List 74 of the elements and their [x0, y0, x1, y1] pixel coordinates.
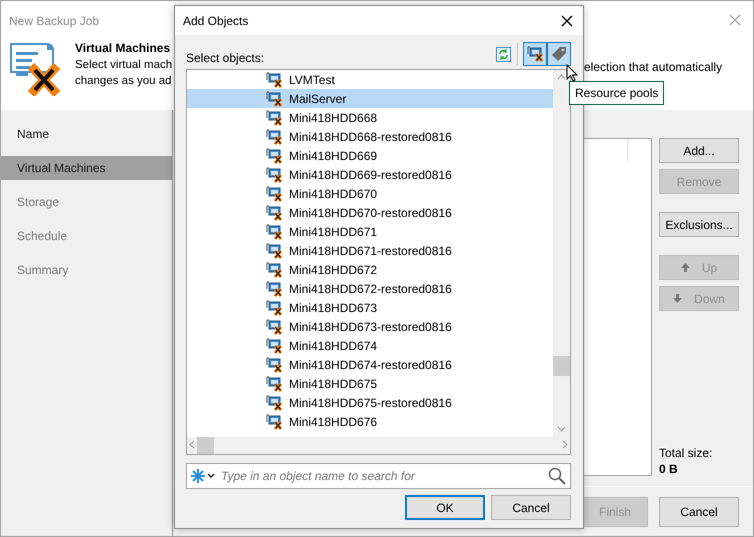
search-input[interactable]: Type in an object name to search for [219, 468, 544, 484]
scroll-right-icon[interactable] [562, 440, 568, 448]
scroll-thumb[interactable] [553, 356, 570, 376]
header-description: changes as you ad [75, 75, 172, 87]
wizard-step[interactable]: Name [1, 122, 172, 146]
vm-icon [266, 414, 283, 430]
header-description: election that automatically [584, 60, 722, 74]
down-arrow-icon [673, 294, 682, 303]
side-button[interactable]: Add... [659, 138, 739, 163]
tooltip: Resource pools [569, 81, 664, 105]
vm-icon [266, 280, 283, 296]
tree-item[interactable]: Mini418HDD669-restored0816 [187, 165, 553, 184]
vm-icon [266, 376, 283, 392]
scroll-down-icon[interactable] [557, 426, 566, 432]
tree-item[interactable]: Mini418HDD676 [187, 412, 553, 431]
tree-item[interactable]: Mini418HDD670-restored0816 [187, 203, 553, 222]
refresh-icon[interactable] [496, 46, 511, 62]
tree-item[interactable]: Mini418HDD671 [187, 222, 553, 241]
vm-icon [526, 46, 544, 62]
tree-item[interactable]: Mini418HDD672-restored0816 [187, 279, 553, 298]
up-arrow-icon [680, 263, 690, 272]
vm-icon [266, 318, 283, 334]
tree-item[interactable]: Mini418HDD673-restored0816 [187, 317, 553, 336]
vm-icon [266, 110, 283, 126]
window-title: New Backup Job [9, 14, 100, 28]
horizontal-scrollbar[interactable] [187, 437, 570, 454]
header-description: Select virtual mach [75, 59, 172, 71]
vms-view-button[interactable] [523, 42, 547, 66]
tags-view-button[interactable] [547, 42, 571, 66]
vm-icon [266, 300, 283, 316]
wizard-step[interactable]: Virtual Machines [1, 156, 172, 180]
tree-item[interactable]: LVMTest [187, 70, 553, 89]
dialog-title: Add Objects [183, 14, 248, 28]
tree-item[interactable]: Mini418HDD671-restored0816 [187, 241, 553, 260]
vm-icon [266, 186, 283, 202]
vm-icon [266, 262, 283, 278]
vm-icon [266, 90, 283, 106]
scroll-left-icon[interactable] [189, 440, 195, 448]
dialog-button[interactable]: OK [405, 495, 485, 520]
scroll-thumb[interactable] [197, 437, 214, 454]
vm-icon [266, 242, 283, 258]
vm-icon [266, 166, 283, 182]
asterisk-icon[interactable] [191, 469, 215, 483]
total-size-value: 0 B [659, 462, 679, 476]
tree-item[interactable]: Mini418HDD669 [187, 146, 553, 165]
tree-item[interactable]: MailServer [187, 89, 553, 108]
tree-item[interactable]: Mini418HDD668 [187, 108, 553, 127]
header-title: Virtual Machines [75, 41, 170, 55]
vm-icon [266, 224, 283, 240]
tree-item[interactable]: Mini418HDD672 [187, 260, 553, 279]
tag-icon [551, 46, 567, 62]
select-objects-label: Select objects: [186, 51, 266, 65]
search-icon[interactable] [548, 467, 566, 485]
vertical-scrollbar[interactable] [553, 70, 570, 437]
side-button[interactable]: Exclusions... [659, 212, 739, 237]
tree-item[interactable]: Mini418HDD674-restored0816 [187, 355, 553, 374]
vm-icon [266, 148, 283, 164]
footer-button[interactable]: Cancel [659, 496, 739, 526]
tree-item[interactable]: Mini418HDD675 [187, 374, 553, 393]
dialog-button[interactable]: Cancel [491, 495, 571, 520]
vm-icon [266, 72, 283, 88]
vm-icon [266, 356, 283, 372]
search-field[interactable]: Type in an object name to search for [186, 463, 571, 489]
tree-item[interactable]: Mini418HDD674 [187, 336, 553, 355]
tree-item[interactable]: Mini418HDD668-restored0816 [187, 127, 553, 146]
tree-item[interactable]: Mini418HDD670 [187, 184, 553, 203]
vm-icon [266, 394, 283, 410]
tree-item[interactable]: Mini418HDD673 [187, 298, 553, 317]
tree-item[interactable]: Mini418HDD675-restored0816 [187, 393, 553, 412]
total-size-label: Total size: [659, 446, 714, 460]
vm-icon [266, 338, 283, 354]
vm-icon [266, 204, 283, 220]
vm-icon [266, 128, 283, 144]
scroll-up-icon[interactable] [557, 74, 566, 80]
